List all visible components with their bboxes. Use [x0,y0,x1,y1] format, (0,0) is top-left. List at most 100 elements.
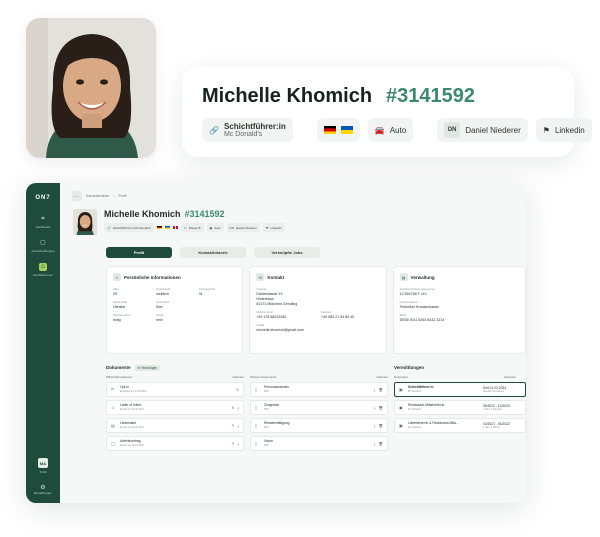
column-header: Weitere Dokumente [250,375,277,379]
list-item[interactable]: ▢ Arbeitsvertrag Erstellt am 02.11.2022 ✎ ⤓ [106,436,244,451]
personal-info-card: ☺ Persönliche Informationen Alter 25 Gesch… [106,266,244,354]
download-icon[interactable]: ⤓ [237,406,239,410]
user-label: Profil [39,470,47,474]
doc-meta: Eingefügt am 23.03.2021 [120,389,147,393]
list-item[interactable]: ▯ Visum PDF ⤓ 🗑 [250,436,388,451]
field-value[interactable]: +49 089 21 54 89 40 [321,315,380,319]
field-label: Alter [113,287,119,291]
tab-profil[interactable]: Profil [106,247,172,258]
flag-icon: ⚑ [265,225,269,230]
trash-icon[interactable]: 🗑 [379,388,383,392]
gear-icon[interactable]: ⚙ [40,484,45,491]
candidate-id: #3141592 [386,85,476,107]
refresh-icon[interactable]: ↻ [236,388,239,392]
download-icon[interactable]: ⤓ [374,442,376,446]
tab-verknuepfte-jobs[interactable]: Verknüpfte Jobs [254,247,320,258]
trash-icon[interactable]: 🗑 [379,442,383,446]
contact-person-chip[interactable]: DN Daniel Niederer [226,223,260,232]
sidebar-item-kandidaten[interactable]: ☺ Kandidat:innen [33,263,53,277]
car-chip[interactable]: 🚘 Auto [367,118,414,142]
role-chip[interactable]: 🔗 Schichtführer:in Mc Donald's [104,223,154,232]
car-icon: 🚘 [374,125,385,135]
linkedin-label: Linkedin [554,125,585,135]
list-item[interactable]: ▯ Reisebestätigung PDF ⤓ 🗑 [250,418,388,433]
placement-duration: Aktuelle Vermittlung [483,390,505,393]
car-label: Auto [389,125,407,135]
profile-photo [26,18,156,158]
link-icon: 🔗 [209,125,219,135]
list-item[interactable]: ☺ Letter of Intent Erstellt am 01.06.2021 ↻… [106,400,244,415]
chevron-right-icon: › [113,194,115,198]
sidebar-item-dashboard[interactable]: ⌗ Dashboard [36,215,51,229]
trash-icon[interactable]: 🗑 [379,406,383,410]
license-chip[interactable]: ▭ Klasse B [180,223,204,232]
app-logo: ON7 [35,195,51,201]
list-item[interactable]: ⛉ Opt-in Eingefügt am 23.03.2021 ↻ [106,382,244,397]
settings-label: Einstellungen [33,491,52,495]
back-arrow-icon[interactable]: ← [72,191,82,201]
field-label: Erfolgsgröße [199,287,216,291]
page-title-id: #3141592 [184,209,225,219]
doc-meta: Erstellt am 01.06.2021 [120,407,144,411]
trash-icon[interactable]: 🗑 [379,424,383,428]
list-item[interactable]: ▣ Lieferfahrer:in & Restaurant-Mita... Mc … [394,418,526,433]
user-icon: DN [229,225,234,230]
field-value: M [199,292,203,296]
field-label: Krankenkasse [399,300,418,304]
placement-company: Mc Donald's [408,389,422,393]
contact-person-chip[interactable]: DN Daniel Niederer [437,118,528,142]
portrait-thumbnail [72,209,98,235]
german-flag-icon [323,126,336,134]
breadcrumb-item[interactable]: Kandidat:innen [86,194,109,198]
tab-bar: Profil Kontakthistorie Verknüpfte Jobs [106,247,526,258]
page-title-name: Michelle Khomich [104,209,181,219]
download-icon[interactable]: ⤓ [374,388,376,392]
doc-meta: Erstellt am 01.06.2021 [120,425,144,429]
download-icon[interactable]: ⤓ [374,424,376,428]
shield-icon: ⛉ [111,387,114,392]
download-icon[interactable]: ⤓ [237,442,239,446]
linkedin-chip[interactable]: ⚑ Linkedin [535,118,592,142]
users-icon: ☺ [111,405,116,410]
download-icon[interactable]: ⤓ [374,406,376,410]
field-value: nein [156,318,163,322]
header-chips: 🔗 Schichtführer:in Mc Donald's ▭ Klasse B … [104,223,285,232]
linkedin-chip[interactable]: ⚑ Linkedin [262,223,285,232]
tab-kontakthistorie[interactable]: Kontakthistorie [180,247,246,258]
languages-chip[interactable] [316,118,360,142]
add-document-button[interactable]: ⊕ Hinzufügen [134,364,161,371]
list-item[interactable]: ▯ Zeugnisse PDF ⤓ 🗑 [250,400,388,415]
list-item[interactable]: ▤ Lebenslauf Erstellt am 01.06.2021 ✎ ⤓ [106,418,244,433]
sidebar: ON7 ⌗ Dashboard ▢ Ausschreibungen ☺ Kand… [26,183,60,503]
chip-label: Klasse B [188,225,201,230]
download-icon[interactable]: ⤓ [237,424,239,428]
admin-card: ▤ Verwaltung Sozialversicherungsnummer 12… [392,266,526,354]
list-item[interactable]: ▯ Personalausweis PDF ⤓ 🗑 [250,382,388,397]
ukraine-flag-icon [340,126,353,134]
chip-label: Auto [214,225,221,230]
list-item[interactable]: ▣ Restaurant-Mitarbeiter:in Mc Donald's 05/… [394,400,526,415]
car-chip[interactable]: ▣ Auto [206,223,224,232]
document-icon: ▤ [111,423,115,428]
email-value[interactable]: michelle.khomich@gmail.com [256,328,379,332]
doc-meta: PDF [264,407,269,411]
doc-meta: PDF [264,443,269,447]
contact-person-name: Daniel Niederer [465,125,521,135]
user-avatar[interactable]: MA [37,458,48,468]
list-item[interactable]: ▣ Schichtführer:in Mc Donald's Seit 01.02.2… [394,382,526,397]
card-title: Persönliche Informationen [124,274,181,280]
briefcase-icon: ▢ [111,441,115,446]
role-chip[interactable]: 🔗 Schichtführer:in Mc Donald's [202,118,293,142]
edit-icon[interactable]: ✎ [232,424,235,428]
refresh-icon[interactable]: ↻ [232,406,235,410]
required-docs-list: Pflichtinformationen Aktionen ⛉ Opt-in Eing… [106,373,244,454]
edit-icon[interactable]: ✎ [232,442,235,446]
sidebar-item-ausschreibungen[interactable]: ▢ Ausschreibungen [31,239,54,253]
field-value: ledig [113,318,121,322]
field-label: IBAN [399,313,407,317]
field-value[interactable]: +49 178 88223340 [256,315,315,319]
image-icon: ▣ [399,405,403,410]
app-window: ON7 ⌗ Dashboard ▢ Ausschreibungen ☺ Kand… [26,183,526,503]
field-label: Mobilnummer [256,310,274,314]
breadcrumb-item: Profil [118,194,127,198]
